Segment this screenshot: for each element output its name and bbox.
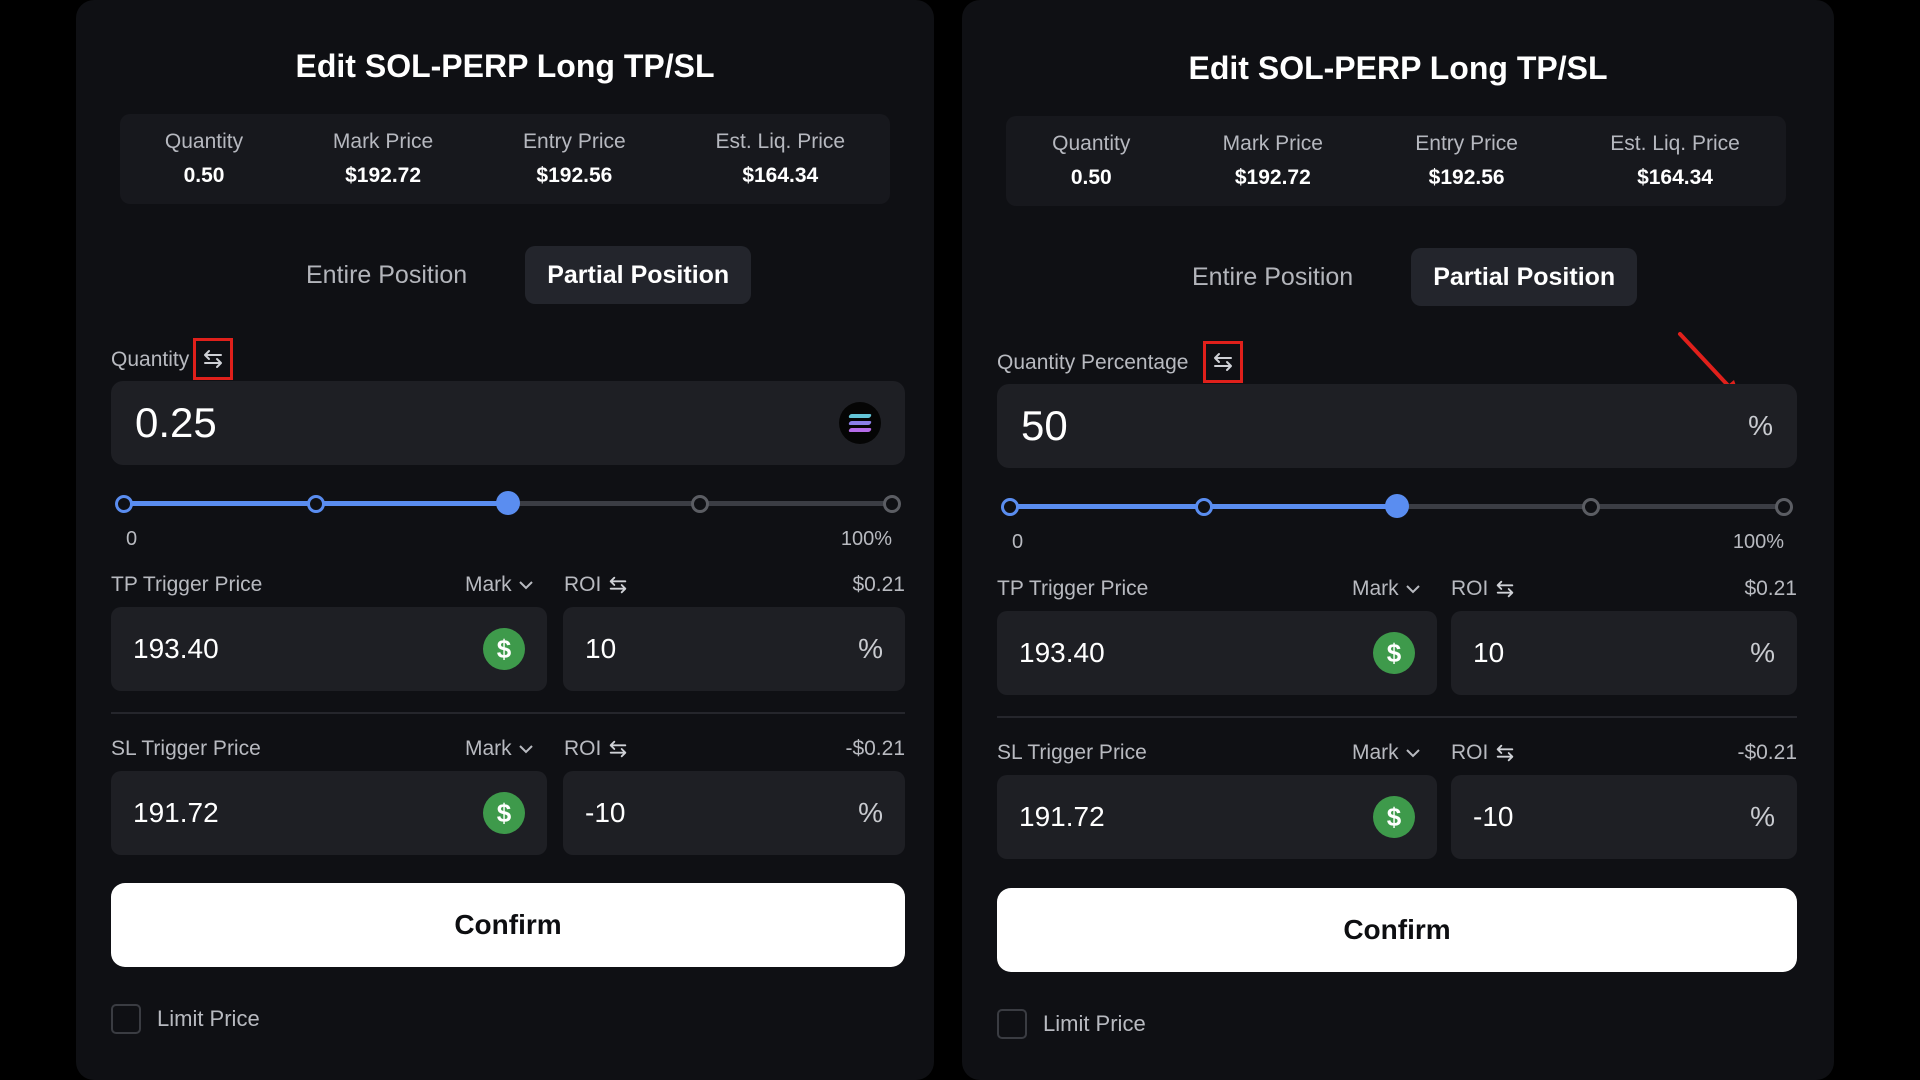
sl-pnl: -$0.21 <box>1737 741 1797 764</box>
tp-price-input[interactable]: 193.40 $ <box>111 607 547 691</box>
info-entry-price: Entry Price $192.56 <box>523 130 626 187</box>
panel-title: Edit SOL-PERP Long TP/SL <box>295 48 715 84</box>
sl-price-input[interactable]: 191.72 $ <box>997 775 1437 859</box>
chevron-down-icon <box>518 745 533 754</box>
sl-roi-input[interactable]: -10 % <box>1451 775 1797 859</box>
position-info: Quantity 0.50 Mark Price $192.72 Entry P… <box>120 114 890 204</box>
sl-price-type-select[interactable]: Mark <box>465 737 534 761</box>
slider-min-label: 0 <box>1012 531 1024 553</box>
tpsl-panel-right: Edit SOL-PERP Long TP/SL Quantity 0.50 M… <box>962 0 1834 1080</box>
quantity-slider[interactable]: 0 100% <box>115 488 901 550</box>
swap-arrows-icon <box>1497 580 1514 598</box>
slider-step-75[interactable] <box>691 495 709 513</box>
slider-max-label: 100% <box>840 528 892 550</box>
sl-label: SL Trigger Price <box>111 737 261 760</box>
quantity-label: Quantity <box>111 348 190 371</box>
slider-step-25[interactable] <box>307 495 325 513</box>
limit-price-checkbox[interactable] <box>111 1004 141 1034</box>
info-quantity: Quantity 0.50 <box>164 130 244 187</box>
quantity-mode-swap[interactable] <box>1203 341 1243 383</box>
tab-partial-position[interactable]: Partial Position <box>525 246 752 304</box>
info-liq-price: Est. Liq. Price $164.34 <box>715 130 846 187</box>
percent-unit: % <box>1748 410 1773 441</box>
tp-pnl: $0.21 <box>852 573 905 596</box>
slider-step-100[interactable] <box>883 495 901 513</box>
quantity-input[interactable]: 0.25 <box>111 381 905 465</box>
position-info: Quantity 0.50 Mark Price $192.72 Entry P… <box>1006 116 1786 206</box>
solana-icon <box>839 402 881 444</box>
sl-roi-toggle[interactable]: ROI <box>1451 741 1516 765</box>
tp-pnl: $0.21 <box>1744 577 1797 600</box>
tp-price-type-select[interactable]: Mark <box>1352 577 1421 601</box>
dollar-icon: $ <box>483 792 525 834</box>
slider-step-25[interactable] <box>1194 498 1213 516</box>
info-quantity: Quantity 0.50 <box>1052 132 1131 189</box>
confirm-button[interactable]: Confirm <box>997 888 1797 972</box>
quantity-percentage-label: Quantity Percentage <box>997 351 1189 374</box>
chevron-down-icon <box>1405 749 1420 758</box>
dollar-icon: $ <box>483 628 525 670</box>
tp-roi-input[interactable]: 10 % <box>1451 611 1797 695</box>
swap-arrows-icon <box>610 740 627 758</box>
dollar-icon: $ <box>1373 632 1415 674</box>
tp-roi-toggle[interactable]: ROI <box>1451 577 1516 601</box>
slider-min-label: 0 <box>126 528 138 550</box>
divider <box>997 716 1797 718</box>
tp-label: TP Trigger Price <box>997 577 1149 600</box>
swap-arrows-icon <box>610 576 627 594</box>
slider-step-100[interactable] <box>1775 498 1793 516</box>
slider-max-label: 100% <box>1732 531 1784 553</box>
slider-thumb[interactable] <box>1385 494 1409 518</box>
slider-step-75[interactable] <box>1581 498 1600 516</box>
slider-step-0[interactable] <box>1001 498 1019 516</box>
limit-price-option[interactable]: Limit Price <box>111 1004 260 1034</box>
sl-price-input[interactable]: 191.72 $ <box>111 771 547 855</box>
slider-step-0[interactable] <box>115 495 133 513</box>
tp-label: TP Trigger Price <box>111 573 263 596</box>
chevron-down-icon <box>518 581 533 590</box>
sl-pnl: -$0.21 <box>845 737 905 760</box>
sl-label: SL Trigger Price <box>997 741 1147 764</box>
info-entry-price: Entry Price $192.56 <box>1415 132 1518 189</box>
dollar-icon: $ <box>1373 796 1415 838</box>
tab-entire-position[interactable]: Entire Position <box>1170 248 1375 306</box>
quantity-slider[interactable]: 0 100% <box>1001 491 1793 553</box>
tp-roi-toggle[interactable]: ROI <box>564 573 629 597</box>
sl-price-type-select[interactable]: Mark <box>1352 741 1421 765</box>
limit-price-checkbox[interactable] <box>997 1009 1027 1039</box>
position-tabs: Entire Position Partial Position <box>284 246 752 304</box>
tp-price-input[interactable]: 193.40 $ <box>997 611 1437 695</box>
divider <box>111 712 905 714</box>
tab-entire-position[interactable]: Entire Position <box>284 246 489 304</box>
tp-price-type-select[interactable]: Mark <box>465 573 534 597</box>
quantity-mode-swap[interactable] <box>193 338 233 380</box>
confirm-button[interactable]: Confirm <box>111 883 905 967</box>
info-liq-price: Est. Liq. Price $164.34 <box>1610 132 1740 189</box>
limit-price-option[interactable]: Limit Price <box>997 1009 1146 1039</box>
slider-thumb[interactable] <box>496 491 520 515</box>
tpsl-panel-left: Edit SOL-PERP Long TP/SL Quantity 0.50 M… <box>76 0 934 1080</box>
quantity-percentage-input[interactable]: 50 % <box>997 384 1797 468</box>
position-tabs: Entire Position Partial Position <box>1170 248 1638 306</box>
tp-roi-input[interactable]: 10 % <box>563 607 905 691</box>
sl-roi-input[interactable]: -10 % <box>563 771 905 855</box>
info-mark-price: Mark Price $192.72 <box>1222 132 1323 189</box>
swap-arrows-icon <box>1214 353 1232 371</box>
quantity-percentage-value: 50 <box>1021 402 1068 449</box>
swap-arrows-icon <box>204 350 222 368</box>
chevron-down-icon <box>1405 585 1420 594</box>
quantity-value: 0.25 <box>135 399 217 446</box>
info-mark-price: Mark Price $192.72 <box>332 130 434 187</box>
sl-roi-toggle[interactable]: ROI <box>564 737 629 761</box>
swap-arrows-icon <box>1497 744 1514 762</box>
tab-partial-position[interactable]: Partial Position <box>1411 248 1638 306</box>
panel-title: Edit SOL-PERP Long TP/SL <box>1188 50 1608 86</box>
